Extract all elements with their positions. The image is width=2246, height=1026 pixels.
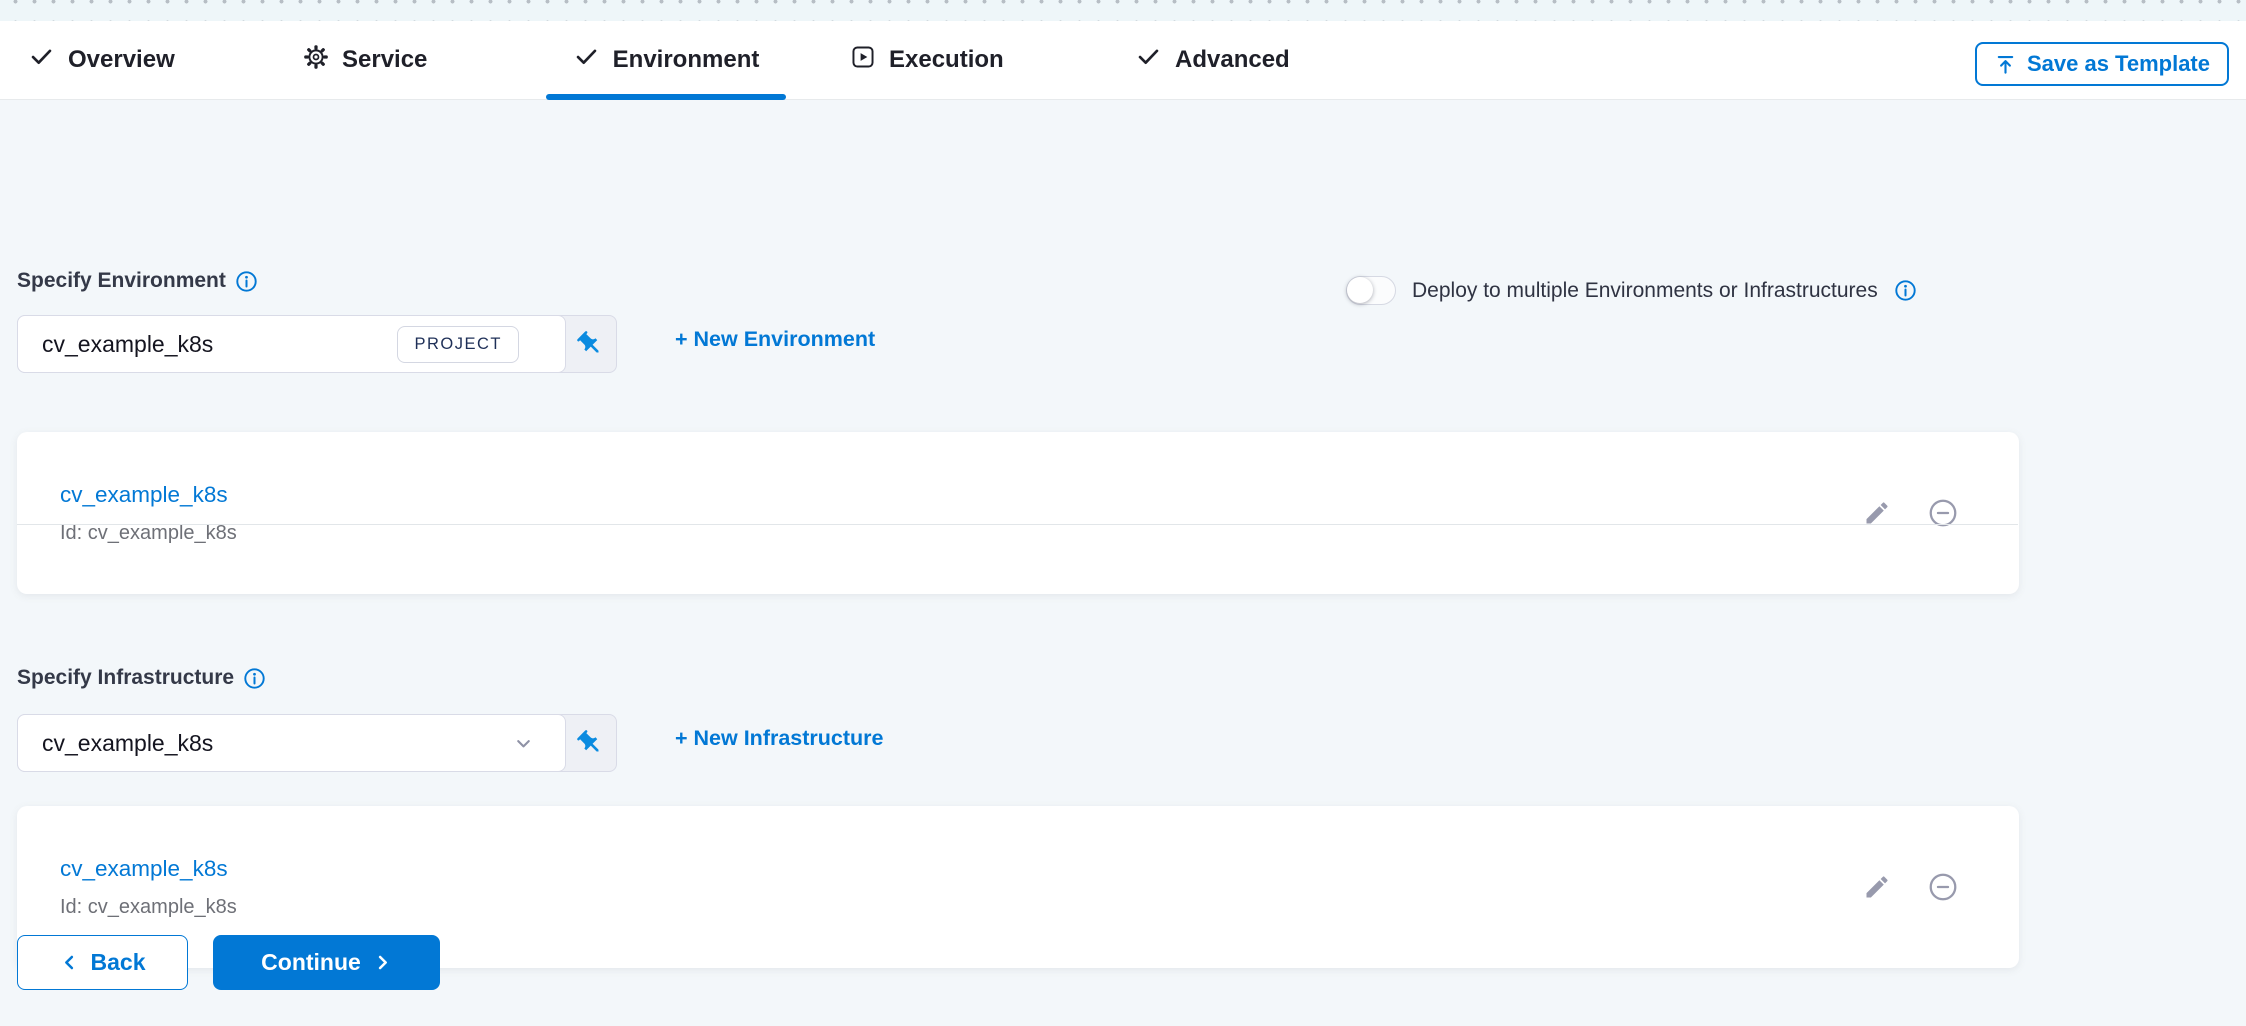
infrastructure-card-actions [1863, 871, 1959, 903]
tab-label: Advanced [1175, 46, 1290, 74]
save-as-template-button[interactable]: Save as Template [1975, 42, 2229, 86]
back-label: Back [91, 949, 146, 976]
multi-deploy-toggle[interactable] [1346, 276, 1396, 305]
back-button[interactable]: Back [17, 935, 188, 990]
chevron-right-icon [373, 953, 392, 972]
check-icon [28, 43, 55, 77]
infrastructure-select[interactable]: cv_example_k8s [17, 714, 566, 772]
pin-icon [575, 728, 606, 759]
pipeline-canvas-dots [0, 0, 2246, 21]
tab-service[interactable]: Service [303, 21, 427, 99]
pin-infrastructure-button[interactable] [565, 715, 616, 771]
environment-card: cv_example_k8s Id: cv_example_k8s [17, 432, 2019, 594]
edit-pencil-icon[interactable] [1863, 499, 1891, 527]
tab-label: Service [342, 46, 427, 74]
section-divider [17, 524, 2018, 525]
remove-minus-circle-icon[interactable] [1927, 871, 1959, 903]
tab-overview[interactable]: Overview [28, 21, 175, 99]
tab-label: Environment [613, 46, 760, 74]
infrastructure-select-group: cv_example_k8s [17, 714, 617, 772]
tab-environment-active[interactable]: Environment [546, 21, 786, 99]
environment-name-link[interactable]: cv_example_k8s [60, 482, 237, 508]
check-icon [1135, 43, 1162, 77]
pin-icon [575, 329, 606, 360]
infrastructure-id-text: Id: cv_example_k8s [60, 896, 237, 919]
tab-execution[interactable]: Execution [850, 21, 1004, 99]
execution-play-icon [850, 44, 876, 77]
save-as-template-label: Save as Template [2027, 51, 2210, 77]
check-icon [573, 43, 600, 77]
environment-select[interactable]: cv_example_k8s PROJECT [17, 315, 566, 373]
infrastructure-name-link[interactable]: cv_example_k8s [60, 856, 237, 882]
specify-environment-text: Specify Environment [17, 269, 226, 293]
chevron-down-icon [512, 732, 535, 755]
info-icon[interactable] [1894, 279, 1917, 302]
specify-infrastructure-text: Specify Infrastructure [17, 666, 234, 690]
toggle-knob [1347, 277, 1373, 303]
scope-badge: PROJECT [397, 326, 519, 363]
chevron-left-icon [60, 953, 79, 972]
new-infrastructure-link[interactable]: + New Infrastructure [675, 726, 884, 751]
tab-advanced[interactable]: Advanced [1135, 21, 1290, 99]
info-icon[interactable] [243, 667, 266, 690]
new-environment-link[interactable]: + New Environment [675, 327, 875, 352]
stage-environment-page: Overview [0, 0, 2246, 1026]
specify-environment-label: Specify Environment [17, 269, 258, 293]
multi-deploy-toggle-label: Deploy to multiple Environments or Infra… [1412, 279, 1878, 303]
gear-icon [303, 44, 329, 77]
tab-label: Overview [68, 46, 175, 74]
continue-button[interactable]: Continue [213, 935, 440, 990]
upload-icon [1994, 53, 2017, 76]
pin-environment-button[interactable] [565, 316, 616, 372]
environment-card-text: cv_example_k8s Id: cv_example_k8s [60, 482, 237, 545]
environment-select-group: cv_example_k8s PROJECT [17, 315, 617, 373]
info-icon[interactable] [235, 270, 258, 293]
infrastructure-select-value: cv_example_k8s [42, 730, 213, 757]
stage-tabbar: Overview [0, 21, 2246, 100]
tab-label: Execution [889, 46, 1004, 74]
continue-label: Continue [261, 949, 361, 976]
edit-pencil-icon[interactable] [1863, 873, 1891, 901]
specify-infrastructure-label: Specify Infrastructure [17, 666, 266, 690]
environment-panel: Specify Environment cv_example_k8s PROJE… [0, 100, 2246, 1026]
infrastructure-card-text: cv_example_k8s Id: cv_example_k8s [60, 856, 237, 919]
environment-select-value: cv_example_k8s [42, 331, 213, 358]
multi-deploy-toggle-row: Deploy to multiple Environments or Infra… [1346, 276, 1917, 305]
